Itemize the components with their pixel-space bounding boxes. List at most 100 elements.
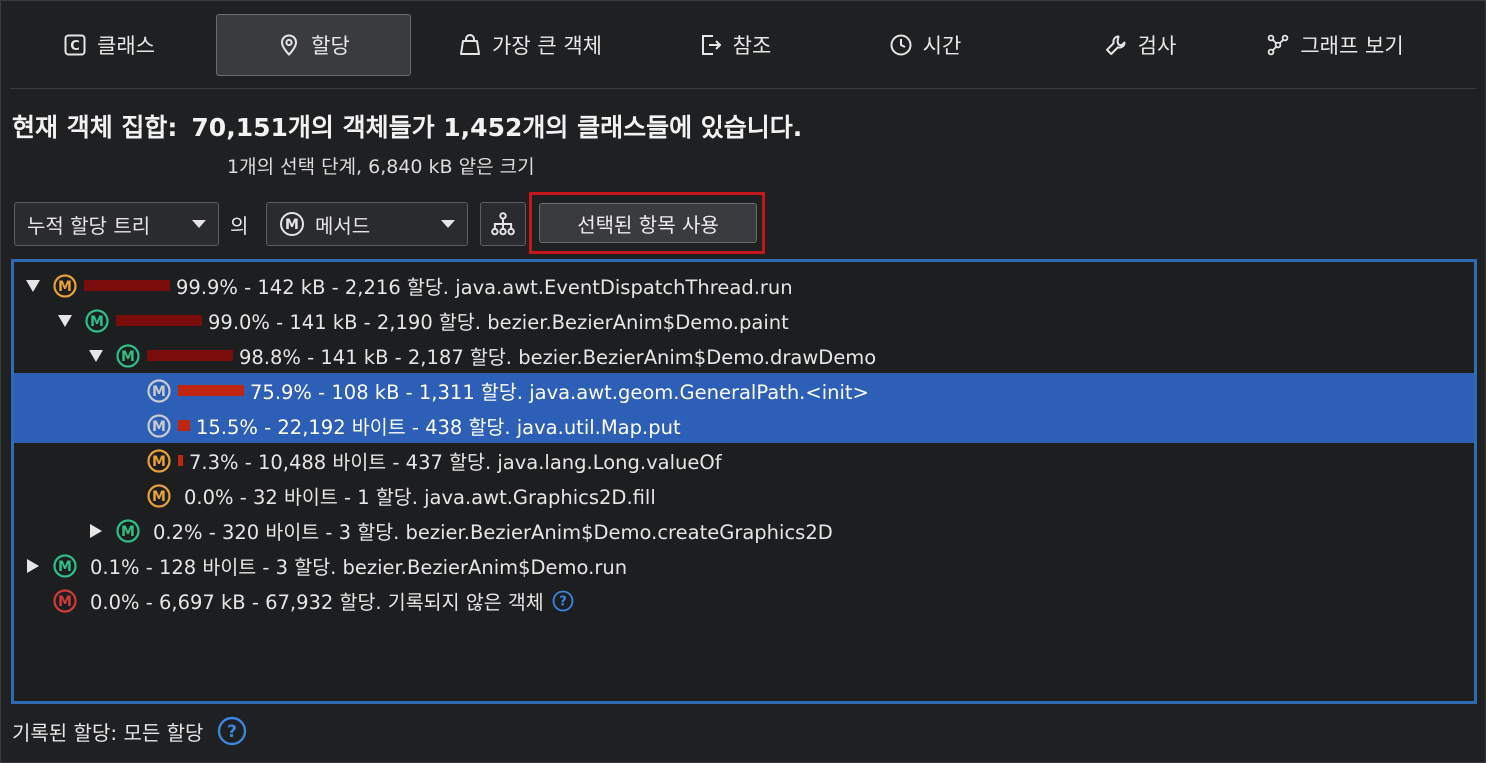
heading-label: 현재 객체 집합: <box>12 113 178 142</box>
svg-text:M: M <box>58 559 72 575</box>
svg-text:M: M <box>58 279 72 295</box>
percent-bar <box>84 280 170 291</box>
expand-toggle[interactable] <box>87 347 105 365</box>
clock-icon <box>890 34 912 56</box>
location-pin-icon <box>281 34 298 56</box>
expand-toggle[interactable] <box>56 312 74 330</box>
tree-row[interactable]: M 99.9% - 142 kB - 2,216 할당. java.awt.Ev… <box>14 268 1474 303</box>
recorded-allocations-status: 기록된 할당: 모든 할당 ? <box>12 716 247 746</box>
row-label: 98.8% - 141 kB - 2,187 할당. bezier.Bezier… <box>239 346 877 369</box>
tab-graph[interactable]: 그래프 보기 <box>1240 14 1430 76</box>
help-icon[interactable]: ? <box>552 590 574 612</box>
tab-label: 클래스 <box>97 34 155 58</box>
tab-label: 시간 <box>922 34 962 58</box>
method-icon: M <box>147 378 171 403</box>
method-icon: M <box>116 343 140 368</box>
view-select-value: 누적 할당 트리 <box>27 213 151 238</box>
expand-toggle[interactable] <box>87 522 105 540</box>
row-label: 75.9% - 108 kB - 1,311 할당. java.awt.geom… <box>250 381 869 404</box>
svg-text:M: M <box>90 314 104 330</box>
row-label: 15.5% - 22,192 바이트 - 438 할당. java.util.M… <box>196 416 681 439</box>
tab-classes[interactable]: C 클래스 <box>24 14 194 76</box>
tab-label: 할당 <box>311 34 350 58</box>
triangle-down-icon <box>58 314 72 327</box>
view-tabs: C 클래스 할당 가장 큰 객체 참조 시간 검사 그래프 보기 <box>10 14 1476 89</box>
svg-text:M: M <box>152 384 166 400</box>
svg-text:M: M <box>152 454 166 470</box>
method-icon: M <box>53 273 77 298</box>
page-title: 현재 객체 집합: 70,151개의 객체들가 1,452개의 클래스들에 있습니… <box>12 108 802 144</box>
row-label: 0.0% - 32 바이트 - 1 할당. java.awt.Graphics2… <box>184 486 656 509</box>
row-label: 99.9% - 142 kB - 2,216 할당. java.awt.Even… <box>176 276 793 299</box>
percent-bar <box>178 455 183 466</box>
tree-row[interactable]: M 0.0% - 32 바이트 - 1 할당. java.awt.Graphic… <box>14 478 1474 513</box>
svg-text:M: M <box>58 594 72 610</box>
percent-bar <box>178 385 244 396</box>
chevron-down-icon <box>441 220 455 228</box>
help-icon[interactable]: ? <box>217 716 247 746</box>
tab-allocations[interactable]: 할당 <box>216 14 411 76</box>
of-label: 의 <box>230 214 249 238</box>
wrench-icon <box>1105 35 1126 55</box>
footer-label: 기록된 할당: 모든 할당 <box>12 720 204 745</box>
selection-summary: 1개의 선택 단계, 6,840 kB 얕은 크기 <box>227 156 535 178</box>
method-icon: M <box>147 413 171 438</box>
class-icon: C <box>64 34 86 56</box>
use-selected-highlight: 선택된 항목 사용 <box>529 192 765 254</box>
exit-arrow-icon <box>701 35 722 55</box>
svg-text:M: M <box>152 489 166 505</box>
aggregation-select-value: 메서드 <box>315 213 371 238</box>
weight-bag-icon <box>460 34 481 55</box>
percent-bar <box>116 315 202 326</box>
tree-options-button[interactable] <box>480 202 526 246</box>
tab-biggest-objects[interactable]: 가장 큰 객체 <box>430 14 630 76</box>
triangle-down-icon <box>26 279 40 292</box>
chevron-down-icon <box>192 220 206 228</box>
tab-inspections[interactable]: 검사 <box>1070 14 1210 76</box>
method-icon: M <box>53 588 77 613</box>
tab-label: 참조 <box>732 34 772 58</box>
row-label: 7.3% - 10,488 바이트 - 437 할당. java.lang.Lo… <box>189 451 722 474</box>
tab-label: 검사 <box>1137 34 1177 58</box>
tree-row[interactable]: M 7.3% - 10,488 바이트 - 437 할당. java.lang.… <box>14 443 1474 478</box>
tree-row[interactable]: M 0.1% - 128 바이트 - 3 할당. bezier.BezierAn… <box>14 548 1474 583</box>
svg-text:C: C <box>70 39 80 54</box>
tab-time[interactable]: 시간 <box>860 14 990 76</box>
svg-text:M: M <box>152 419 166 435</box>
tree-row[interactable]: M 75.9% - 108 kB - 1,311 할당. java.awt.ge… <box>14 373 1474 408</box>
hierarchy-icon <box>491 212 515 236</box>
expand-toggle[interactable] <box>24 557 42 575</box>
percent-bar <box>178 420 190 431</box>
tree-row[interactable]: M 99.0% - 141 kB - 2,190 할당. bezier.Bezi… <box>14 303 1474 338</box>
method-icon: M <box>116 518 140 543</box>
method-icon: M <box>147 483 171 508</box>
svg-text:M: M <box>285 217 299 233</box>
tree-row[interactable]: M 0.0% - 6,697 kB - 67,932 할당. 기록되지 않은 객… <box>14 583 1474 618</box>
allocation-tree[interactable]: M 99.9% - 142 kB - 2,216 할당. java.awt.Ev… <box>11 259 1477 704</box>
expand-toggle[interactable] <box>24 277 42 295</box>
tab-divider <box>10 88 1476 89</box>
row-label: 99.0% - 141 kB - 2,190 할당. bezier.Bezier… <box>208 311 789 334</box>
triangle-right-icon <box>90 523 102 538</box>
svg-text:?: ? <box>559 594 567 609</box>
tab-label: 가장 큰 객체 <box>492 34 602 58</box>
method-icon: M <box>85 308 109 333</box>
triangle-down-icon <box>89 349 103 362</box>
aggregation-select[interactable]: M 메서드 <box>266 202 468 246</box>
use-selected-button[interactable]: 선택된 항목 사용 <box>539 203 757 243</box>
tree-row[interactable]: M 0.2% - 320 바이트 - 3 할당. bezier.BezierAn… <box>14 513 1474 548</box>
svg-text:?: ? <box>227 722 237 742</box>
row-label: 0.1% - 128 바이트 - 3 할당. bezier.BezierAnim… <box>90 556 628 579</box>
row-label: 0.2% - 320 바이트 - 3 할당. bezier.BezierAnim… <box>153 521 833 544</box>
method-icon: M <box>53 553 77 578</box>
percent-bar <box>147 350 233 361</box>
tree-row[interactable]: M 98.8% - 141 kB - 2,187 할당. bezier.Bezi… <box>14 338 1474 373</box>
method-icon: M <box>280 212 304 236</box>
tree-row[interactable]: M 15.5% - 22,192 바이트 - 438 할당. java.util… <box>14 408 1474 443</box>
triangle-right-icon <box>27 558 39 573</box>
view-select[interactable]: 누적 할당 트리 <box>14 202 219 246</box>
heading-summary: 70,151개의 객체들가 1,452개의 클래스들에 있습니다. <box>191 113 803 142</box>
svg-text:M: M <box>121 349 135 365</box>
tab-label: 그래프 보기 <box>1300 34 1404 58</box>
tab-references[interactable]: 참조 <box>660 14 810 76</box>
